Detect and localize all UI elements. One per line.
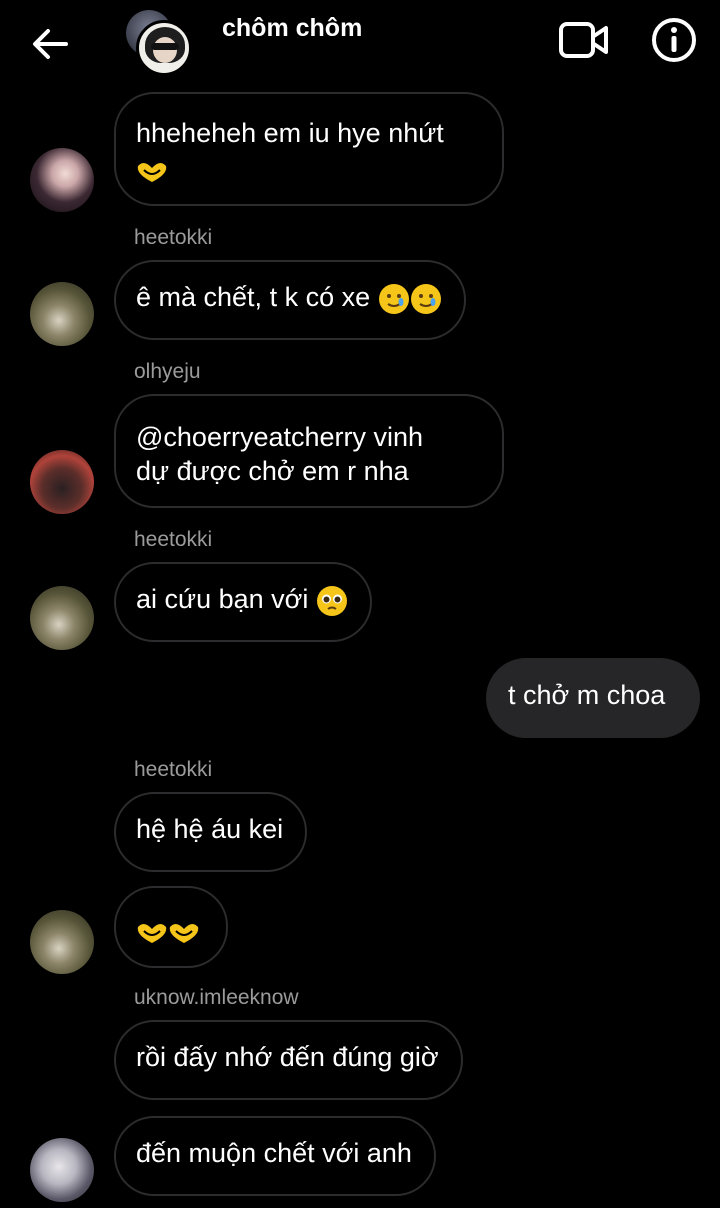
message-bubble[interactable]: @choerryeatcherry vinh dự được chở em r … — [114, 394, 504, 508]
smiling-with-tear-emoji — [378, 283, 409, 314]
sender-avatar[interactable] — [30, 586, 94, 650]
heart-hands-emoji — [137, 923, 167, 943]
chat-header: chôm chôm — [0, 0, 720, 86]
message-bubble[interactable]: đến muộn chết với anh — [114, 1116, 436, 1196]
sender-avatar[interactable] — [30, 450, 94, 514]
sender-avatar[interactable] — [30, 910, 94, 974]
message-text: ê mà chết, t k có xe — [136, 282, 371, 312]
video-call-button[interactable] — [558, 20, 610, 60]
chat-screen: chôm chôm hheheheh em iu hye nhứt heetok… — [0, 0, 720, 1208]
sender-avatar[interactable] — [30, 1138, 94, 1202]
arrow-left-icon — [33, 29, 68, 59]
message-text: ai cứu bạn với — [136, 584, 309, 614]
chat-title[interactable]: chôm chôm — [222, 14, 362, 43]
sender-name: olhyeju — [134, 360, 201, 383]
message-bubble[interactable] — [114, 886, 228, 968]
sender-name: uknow.imleeknow — [134, 986, 299, 1009]
member-avatar-front — [136, 20, 192, 76]
sender-name: heetokki — [134, 226, 213, 249]
message-text: hheheheh em iu hye nhứt — [136, 118, 444, 148]
sender-name: heetokki — [134, 758, 213, 781]
message-text: rồi đấy nhớ đến đúng giờ — [136, 1042, 439, 1072]
back-button[interactable] — [28, 22, 72, 66]
message-bubble[interactable]: ê mà chết, t k có xe — [114, 260, 466, 340]
message-bubble[interactable]: ai cứu bạn với — [114, 562, 372, 642]
heart-hands-emoji — [169, 923, 199, 943]
info-icon — [652, 18, 696, 62]
info-button[interactable] — [650, 16, 698, 64]
sender-avatar[interactable] — [30, 282, 94, 346]
smiling-with-tear-emoji — [410, 283, 441, 314]
pleading-face-emoji — [316, 585, 347, 616]
outgoing-message-bubble[interactable]: t chở m choa — [486, 658, 700, 738]
message-bubble[interactable]: hệ hệ áu kei — [114, 792, 308, 872]
message-text: hệ hệ áu kei — [136, 814, 284, 844]
message-bubble[interactable]: hheheheh em iu hye nhứt — [114, 92, 504, 206]
message-text: t chở m choa — [508, 680, 666, 710]
group-avatar[interactable] — [124, 8, 196, 80]
heart-hands-emoji — [137, 162, 167, 182]
message-text-line: dự được chở em r nha — [136, 456, 409, 486]
message-text-line: @choerryeatcherry vinh — [136, 422, 424, 452]
sender-avatar[interactable] — [30, 148, 94, 212]
video-camera-icon — [559, 22, 608, 58]
message-bubble[interactable]: rồi đấy nhớ đến đúng giờ — [114, 1020, 463, 1100]
sender-name: heetokki — [134, 528, 213, 551]
message-text: đến muộn chết với anh — [136, 1138, 412, 1168]
